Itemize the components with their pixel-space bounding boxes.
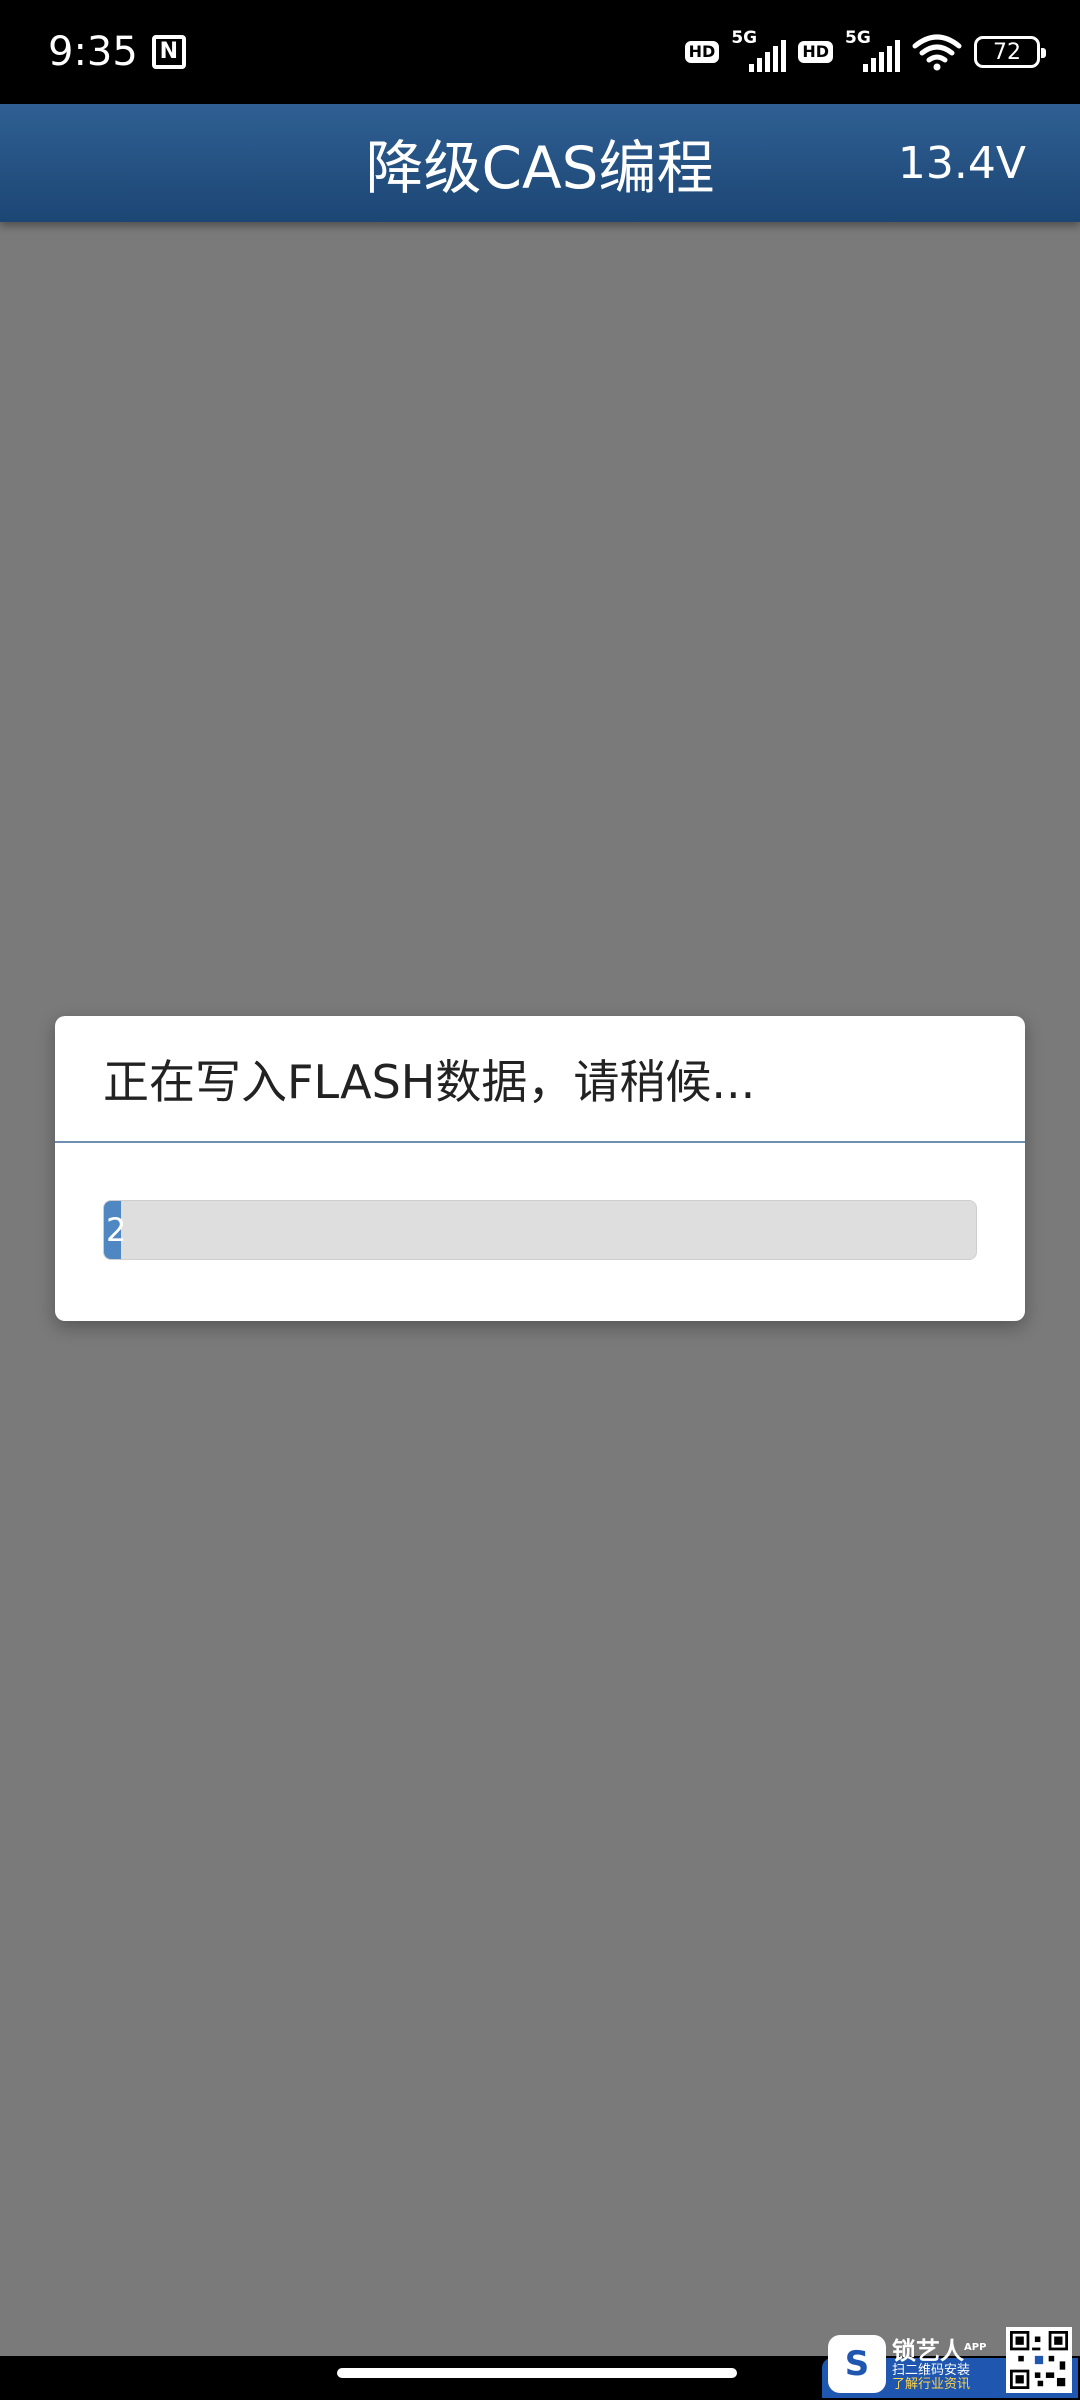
battery-icon: 72 <box>974 36 1046 68</box>
status-bar: 9:35 N HD 5G HD 5G 72 <box>0 0 1080 104</box>
signal-2: 5G <box>845 28 900 72</box>
signal-1: 5G <box>731 28 787 72</box>
network-type-1: 5G <box>731 28 758 48</box>
status-left: 9:35 N <box>48 29 186 75</box>
ad-banner[interactable]: S 锁艺人APP 扫二维码安装 了解行业资讯 <box>822 2327 1078 2398</box>
hd-badge-2: HD <box>798 41 833 63</box>
gesture-handle[interactable] <box>337 2368 737 2378</box>
wifi-icon <box>912 34 962 71</box>
status-right: HD 5G HD 5G 72 <box>684 28 1046 72</box>
ad-line-2: 了解行业资讯 <box>892 2376 971 2392</box>
ad-line-1: 扫二维码安装 <box>892 2362 971 2378</box>
voltage-readout: 13.4V <box>897 137 1026 189</box>
progress-dialog: 正在写入FLASH数据，请稍候... 2 <box>55 1016 1025 1321</box>
qr-code-icon <box>1006 2327 1072 2393</box>
network-type-2: 5G <box>845 28 871 48</box>
app-header: 降级CAS编程 13.4V <box>0 104 1080 222</box>
app-logo-icon: S <box>828 2335 886 2393</box>
ad-app-tag: APP <box>964 2341 987 2353</box>
ad-text: 锁艺人APP 扫二维码安装 了解行业资讯 <box>892 2336 987 2392</box>
ad-brand-name: 锁艺人 <box>892 2336 964 2365</box>
dialog-message: 正在写入FLASH数据，请稍候... <box>55 1016 1025 1143</box>
progress-bar: 2 <box>103 1200 977 1260</box>
battery-level: 72 <box>993 39 1021 65</box>
status-time: 9:35 <box>48 29 138 75</box>
progress-value: 2 <box>106 1211 127 1249</box>
screen: 9:35 N HD 5G HD 5G 72 降级CAS编程 13.4V 正在写入… <box>0 0 1080 2400</box>
ad-brand: 锁艺人APP <box>892 2336 987 2365</box>
nfc-icon: N <box>151 35 186 69</box>
hd-badge-1: HD <box>684 41 720 63</box>
